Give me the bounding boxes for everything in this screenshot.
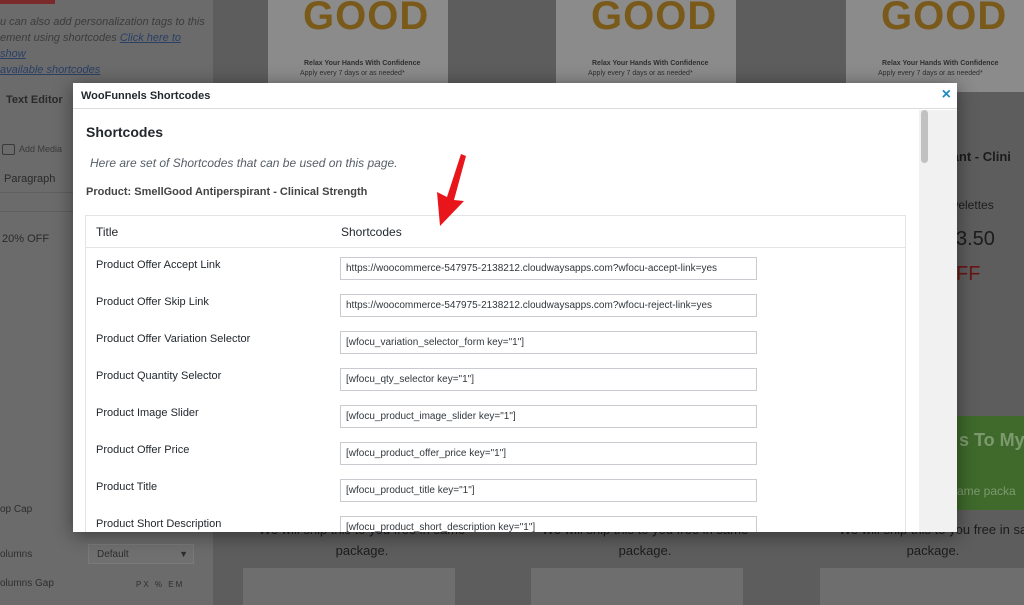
table-row: Product Offer Variation Selector: [86, 323, 905, 360]
product-brand-text: GOOD: [881, 0, 1008, 38]
shortcode-field[interactable]: [340, 479, 757, 502]
paragraph-format-select[interactable]: Paragraph: [4, 173, 55, 185]
editor-content-text: 20% OFF: [2, 233, 50, 245]
shortcode-field[interactable]: [340, 442, 757, 465]
row-title: Product Short Description: [96, 518, 222, 530]
columns-label: olumns: [0, 549, 33, 560]
table-row: Product Offer Price: [86, 434, 905, 471]
shortcode-field[interactable]: [340, 257, 757, 280]
modal-header: WooFunnels Shortcodes ×: [73, 83, 957, 109]
product-image: GOOD Relax Your Hands With Confidence Ap…: [846, 0, 1024, 92]
add-media-button[interactable]: Add Media: [2, 144, 62, 156]
row-title: Product Image Slider: [96, 407, 199, 419]
row-title: Product Offer Skip Link: [96, 296, 209, 308]
product-label: Product: SmellGood Antiperspirant - Clin…: [86, 186, 368, 198]
product-button-placeholder: [243, 568, 455, 605]
section-description: Here are set of Shortcodes that can be u…: [90, 156, 398, 170]
product-tagline: Relax Your Hands With Confidence: [882, 60, 999, 67]
row-title: Product Title: [96, 481, 158, 493]
product-tagline: Apply every 7 days or as needed*: [300, 70, 405, 77]
table-row: Product Title: [86, 471, 905, 508]
scrollbar-thumb[interactable]: [921, 110, 928, 163]
shortcodes-modal: WooFunnels Shortcodes × Shortcodes Here …: [73, 83, 957, 532]
modal-scrollbar[interactable]: [919, 110, 930, 532]
modal-body: Shortcodes Here are set of Shortcodes th…: [73, 110, 957, 532]
product-button-placeholder: [820, 568, 1024, 605]
shortcode-field[interactable]: [340, 516, 757, 532]
table-row: Product Offer Skip Link: [86, 286, 905, 323]
product-brand-text: GOOD: [591, 0, 718, 38]
help-line: ement using shortcodes Click here to sho…: [0, 32, 181, 60]
column-header-title: Title: [96, 225, 119, 239]
product-tagline: Apply every 7 days or as needed*: [878, 70, 983, 77]
row-title: Product Offer Price: [96, 444, 190, 456]
product-discount: FF: [956, 263, 981, 285]
add-to-order-button[interactable]: s To My ame packa: [955, 416, 1024, 510]
row-title: Product Offer Accept Link: [96, 259, 221, 271]
product-button-placeholder: [531, 568, 743, 605]
drop-cap-label: op Cap: [0, 504, 33, 515]
row-title: Product Quantity Selector: [96, 370, 222, 382]
shortcode-field[interactable]: [340, 294, 757, 317]
columns-gap-label: olumns Gap: [0, 578, 54, 589]
table-header: Title Shortcodes: [86, 216, 905, 248]
table-row: Product Short Description: [86, 508, 905, 532]
product-tagline: Relax Your Hands With Confidence: [304, 60, 421, 67]
table-row: Product Image Slider: [86, 397, 905, 434]
product-image: GOOD Relax Your Hands With Confidence Ap…: [268, 0, 448, 92]
media-icon: [2, 144, 15, 156]
help-line: u can also add personalization tags to t…: [0, 16, 205, 28]
section-title: Shortcodes: [86, 124, 164, 140]
sidebar-top-bar: [0, 0, 55, 4]
modal-title: WooFunnels Shortcodes: [81, 90, 211, 102]
show-shortcodes-link-cont[interactable]: available shortcodes: [0, 62, 205, 78]
product-tagline: Apply every 7 days or as needed*: [588, 70, 693, 77]
shortcodes-table: Title Shortcodes Product Offer Accept Li…: [85, 215, 906, 532]
arrow-annotation-icon: [437, 154, 466, 226]
shortcode-field[interactable]: [340, 405, 757, 428]
shortcode-field[interactable]: [340, 331, 757, 354]
columns-select[interactable]: Default ▼: [88, 544, 194, 564]
shortcodes-panel: Shortcodes Here are set of Shortcodes th…: [73, 110, 919, 532]
product-tagline: Relax Your Hands With Confidence: [592, 60, 709, 67]
close-icon[interactable]: ×: [942, 86, 951, 104]
personalization-help: u can also add personalization tags to t…: [0, 14, 205, 78]
table-row: Product Quantity Selector: [86, 360, 905, 397]
product-price: 3.50: [956, 228, 995, 250]
tab-text-editor[interactable]: Text Editor: [6, 94, 63, 106]
gap-unit-switcher[interactable]: PX % EM: [136, 580, 184, 589]
column-header-shortcodes: Shortcodes: [341, 225, 402, 239]
chevron-down-icon: ▼: [179, 549, 188, 559]
row-title: Product Offer Variation Selector: [96, 333, 251, 345]
table-row: Product Offer Accept Link: [86, 249, 905, 286]
product-image: GOOD Relax Your Hands With Confidence Ap…: [556, 0, 736, 92]
product-brand-text: GOOD: [303, 0, 430, 38]
shortcode-field[interactable]: [340, 368, 757, 391]
